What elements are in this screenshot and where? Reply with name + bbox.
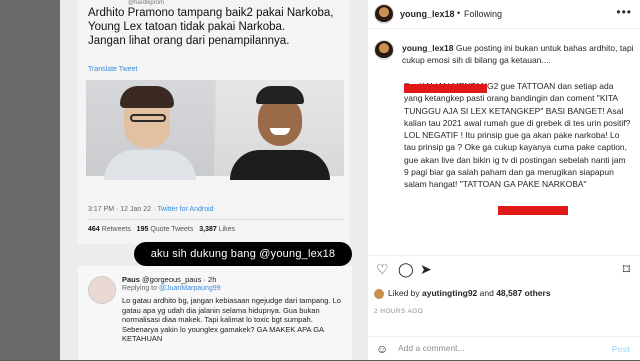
tweet-text: Ardhito Pramono tampang baik2 pakai Nark… — [88, 7, 334, 47]
glasses-icon — [130, 114, 166, 122]
post-timestamp: 2 HOURS AGO — [374, 308, 424, 315]
comment-input[interactable] — [398, 343, 598, 353]
caption-avatar[interactable] — [374, 40, 394, 60]
photo-left — [86, 80, 214, 180]
reply-to: Replying to @JuanMarpaung99 — [122, 285, 221, 292]
redaction-bar — [498, 206, 568, 215]
post-comment-button[interactable]: Post — [612, 344, 630, 354]
others-link[interactable]: 48,587 others — [496, 288, 550, 298]
share-icon[interactable]: ➤ — [420, 262, 432, 276]
reply-text: Lo gatau ardhito bg, jangan kebiasaan ng… — [122, 296, 341, 343]
avatar[interactable] — [374, 4, 394, 24]
liker-avatar[interactable] — [374, 288, 384, 299]
background-blur-left — [0, 0, 60, 360]
heart-icon[interactable]: ♡ — [376, 262, 389, 276]
add-comment-bar: ☺ Post — [368, 336, 640, 361]
reply-avatar — [88, 276, 116, 304]
comment-icon[interactable]: ◯ — [398, 262, 414, 276]
caption-body: E... KALIAN MENTANG2 gue TATTOAN dan set… — [404, 81, 631, 190]
post-image[interactable]: @hardikprom Ardhito Pramono tampang baik… — [60, 0, 368, 360]
reply-tweet: Paus @gorgeous_paus · 2h Replying to @Ju… — [78, 266, 352, 360]
header-username[interactable]: young_lex18 — [400, 9, 455, 19]
photo-right — [216, 80, 344, 180]
reply-author: Paus @gorgeous_paus · 2h — [122, 275, 217, 284]
liker-username[interactable]: ayutingting92 — [422, 288, 477, 298]
divider — [88, 219, 344, 220]
tweet-meta: 3:17 PM · 12 Jan 22 · Twitter for Androi… — [88, 206, 214, 213]
bookmark-icon[interactable]: ⌑ — [623, 262, 630, 276]
tweet-card: @hardikprom Ardhito Pramono tampang baik… — [78, 0, 350, 244]
likes-summary: Liked by ayutingting92 and 48,587 others — [374, 288, 551, 299]
overlay-caption: aku sih dukung bang @young_lex18 — [134, 242, 352, 266]
tweet-photos — [86, 80, 344, 180]
emoji-icon[interactable]: ☺ — [376, 342, 388, 356]
more-options-icon[interactable]: ••• — [616, 5, 632, 19]
post-header: young_lex18 • Following ••• — [368, 0, 640, 29]
separator-dot: • — [457, 8, 461, 18]
caption-username[interactable]: young_lex18 — [402, 43, 454, 53]
translate-tweet-link: Translate Tweet — [88, 66, 138, 73]
caption-first-line: young_lex18 Gue posting ini bukan untuk … — [402, 43, 634, 65]
redaction-bar — [404, 84, 487, 93]
action-bar: ♡ ◯ ➤ ⌑ — [368, 255, 640, 280]
following-button[interactable]: Following — [464, 9, 502, 19]
tweet-stats: 464 Retweets 195 Quote Tweets 3,387 Like… — [88, 226, 236, 233]
